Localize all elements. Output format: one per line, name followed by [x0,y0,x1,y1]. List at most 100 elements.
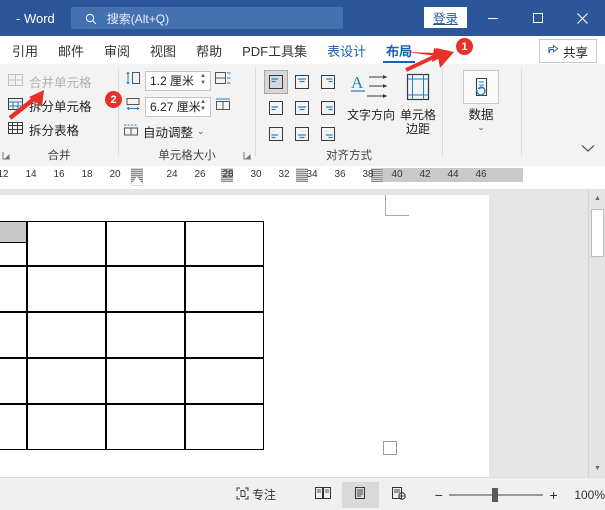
annotation-badge-1: 1 [456,38,473,55]
focus-mode-button[interactable]: 专注 [230,482,282,508]
text-direction-button[interactable]: A 文字方向 [344,72,398,122]
merge-cells-label: 合并单元格 [29,75,92,90]
zoom-in-button[interactable]: + [543,482,563,508]
align-middle-center-button[interactable] [290,96,314,120]
align-middle-right-button[interactable] [316,96,340,120]
ruler-number: 14 [25,169,37,180]
table-cell-r3c4[interactable] [106,312,185,358]
zoom-out-button[interactable]: − [429,482,449,508]
column-width-input[interactable]: 6.27 厘米 ▲ ▼ [145,96,211,117]
close-button[interactable] [560,0,605,36]
distribute-rows-icon[interactable] [215,71,231,91]
table-cell-r1c3[interactable] [106,221,185,266]
minimize-button[interactable] [470,0,515,36]
share-button[interactable]: 共享 [538,39,597,63]
margin-corner-horizontal [385,215,409,217]
zoom-level-label[interactable]: 100% [566,488,605,502]
text-direction-label: 文字方向 [346,108,395,122]
end-of-table-mark [383,441,397,455]
align-middle-left-button[interactable] [264,96,288,120]
sign-in-button[interactable]: 登录 [424,7,468,28]
row-height-input[interactable]: 1.2 厘米 ▲ ▼ [145,70,211,91]
merge-group-label: 合并 [47,150,71,162]
table-cell-r1c2[interactable] [27,221,106,266]
table-cell-r1c1-lower[interactable] [0,243,27,266]
data-label: 数据 [468,108,494,122]
table-cell-r2c5[interactable] [185,266,264,312]
table-cell-r2c4[interactable] [106,266,185,312]
ruler-number: 16 [53,169,65,180]
read-mode-button[interactable] [304,482,342,508]
split-table-label: 拆分表格 [29,123,80,138]
table-cell-r5c3[interactable] [27,404,106,450]
align-bottom-center-button[interactable] [290,122,314,146]
table-cell-r2c3[interactable] [27,266,106,312]
document-area[interactable]: 月 日 [0,189,605,477]
word-window: - Word 搜索(Alt+Q) 登录 引用 邮件 审阅 视图 帮助 PDF工具… [0,0,605,510]
first-line-indent-marker[interactable] [131,176,143,185]
annotation-badge-2: 2 [105,91,122,108]
tab-view[interactable]: 视图 [140,37,186,63]
distribute-columns-icon[interactable] [215,97,231,117]
table-cell-r5c2[interactable] [0,404,27,450]
align-top-right-button[interactable] [316,70,340,94]
zoom-slider-thumb[interactable] [491,487,498,502]
align-bottom-right-button[interactable] [316,122,340,146]
tab-mailings[interactable]: 邮件 [48,37,94,63]
table-cell-r1c4[interactable] [185,221,264,266]
cell-margins-icon [403,72,433,107]
align-bottom-left-button[interactable] [264,122,288,146]
autofit-button[interactable]: 自动调整 ⌄ [123,122,205,141]
table-cell-r5c4[interactable] [106,404,185,450]
row-height-control: 1.2 厘米 ▲ ▼ [125,70,231,91]
tab-review[interactable]: 审阅 [94,37,140,63]
table-cell-r3c2[interactable] [0,312,27,358]
split-cells-button[interactable]: 拆分单元格 [8,94,92,116]
table-cell-r3c3[interactable] [27,312,106,358]
collapse-ribbon-button[interactable] [581,140,595,158]
row-height-stepper[interactable]: ▲ ▼ [200,73,206,86]
split-table-button[interactable]: 拆分表格 [8,118,79,140]
document-title: - Word [16,10,55,26]
tab-help[interactable]: 帮助 [186,37,232,63]
cell-size-dialog-launcher[interactable] [243,151,252,162]
cell-margins-button[interactable]: 单元格边距 [396,72,440,136]
maximize-button[interactable] [515,0,560,36]
split-cells-icon [8,97,23,114]
merge-dialog-launcher[interactable] [2,151,11,162]
table-cell-r1c1-selected[interactable] [0,221,27,243]
column-width-stepper[interactable]: ▲ ▼ [200,99,206,112]
table-cell-r5c5[interactable] [185,404,264,450]
horizontal-ruler[interactable]: 12 14 16 18 20 24 26 28 30 32 34 36 38 4… [0,166,605,190]
tab-pdf-tools[interactable]: PDF工具集 [232,37,317,63]
focus-icon [236,487,249,503]
zoom-slider[interactable] [448,485,544,505]
scrollbar-thumb[interactable] [591,209,604,257]
search-input[interactable]: 搜索(Alt+Q) [70,7,343,29]
scroll-down-icon[interactable]: ▼ [590,460,605,476]
tab-references[interactable]: 引用 [2,37,48,63]
table-cell-r4c3[interactable] [27,358,106,404]
table-cell-r4c4[interactable] [106,358,185,404]
vertical-scrollbar[interactable]: ▲ ▼ [588,189,605,477]
table-cell-r4c2[interactable] [0,358,27,404]
web-layout-button[interactable] [379,482,417,508]
align-top-center-button[interactable] [290,70,314,94]
align-top-left-button[interactable] [264,70,288,94]
alignment-grid [264,70,340,146]
ribbon: 合并单元格 拆分单元格 拆分表格 合并 1.2 厘米 ▲ ▼ 6.27 厘米 ▲… [0,64,605,167]
tab-layout[interactable]: 布局 [376,37,422,63]
data-button[interactable]: 数据 ⌄ [455,70,507,132]
table-cell-r4c5[interactable] [185,358,264,404]
table-cell-r3c5[interactable] [185,312,264,358]
cell-margins-label: 单元格边距 [399,108,436,136]
search-placeholder: 搜索(Alt+Q) [106,11,170,26]
print-layout-button[interactable] [341,481,380,508]
text-direction-icon: A [349,72,393,107]
focus-label: 专注 [252,488,277,502]
document-page[interactable]: 月 日 [0,195,489,477]
tab-table-design[interactable]: 表设计 [317,37,376,63]
table-cell-r2c2[interactable]: 日 [0,266,27,312]
scroll-up-icon[interactable]: ▲ [590,190,605,206]
web-layout-icon [391,486,406,503]
